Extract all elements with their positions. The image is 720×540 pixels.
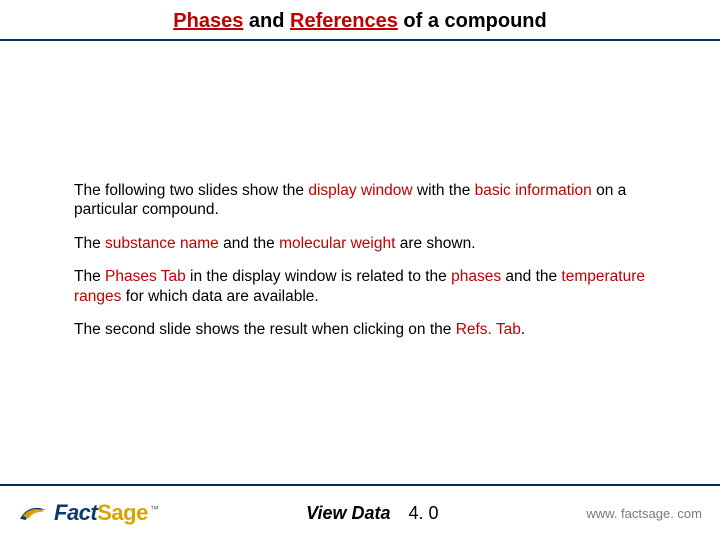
- logo-tm-icon: ™: [150, 504, 159, 514]
- title-area: Phases and References of a compound: [0, 0, 720, 37]
- paragraph-4: The second slide shows the result when c…: [74, 320, 646, 339]
- p2-molecular-weight: molecular weight: [279, 235, 395, 252]
- title-keyword-phases: Phases: [173, 10, 243, 32]
- p4-text: The second slide shows the result when c…: [74, 321, 456, 338]
- title-mid: and: [243, 10, 290, 32]
- p1-text: with the: [413, 182, 475, 199]
- p2-text: The: [74, 235, 105, 252]
- p3-text: in the display window is related to the: [186, 268, 451, 285]
- paragraph-2: The substance name and the molecular wei…: [74, 234, 646, 253]
- logo-swoosh-icon: [18, 503, 48, 523]
- p4-text: .: [521, 321, 525, 338]
- paragraph-1: The following two slides show the displa…: [74, 181, 646, 220]
- footer-slide-number: 4. 0: [409, 503, 439, 524]
- slide-container: Phases and References of a compound The …: [0, 0, 720, 540]
- title-keyword-references: References: [290, 10, 398, 32]
- paragraph-3: The Phases Tab in the display window is …: [74, 267, 646, 306]
- p2-text: and the: [219, 235, 279, 252]
- title-post: of a compound: [398, 10, 547, 32]
- body-area: The following two slides show the displa…: [0, 41, 720, 484]
- slide-title: Phases and References of a compound: [0, 10, 720, 33]
- footer-view-data-label: View Data: [306, 503, 390, 524]
- p1-text: The following two slides show the: [74, 182, 308, 199]
- p3-text: The: [74, 268, 105, 285]
- p3-text: for which data are available.: [121, 288, 318, 305]
- footer-url: www. factsage. com: [586, 506, 702, 521]
- factsage-logo: FactSage™: [18, 500, 158, 526]
- logo-text-sage: Sage: [97, 500, 148, 525]
- p3-text: and the: [501, 268, 561, 285]
- p1-display-window: display window: [308, 182, 412, 199]
- p2-text: are shown.: [395, 235, 475, 252]
- p1-basic-information: basic information: [475, 182, 592, 199]
- logo-text-fact: Fact: [54, 500, 97, 525]
- logo-text: FactSage™: [54, 500, 158, 526]
- p3-phases: phases: [451, 268, 501, 285]
- p2-substance-name: substance name: [105, 235, 219, 252]
- footer-center: View Data 4. 0: [306, 503, 438, 524]
- footer: FactSage™ View Data 4. 0 www. factsage. …: [0, 486, 720, 540]
- p4-refs-tab: Refs. Tab: [456, 321, 521, 338]
- p3-phases-tab: Phases Tab: [105, 268, 186, 285]
